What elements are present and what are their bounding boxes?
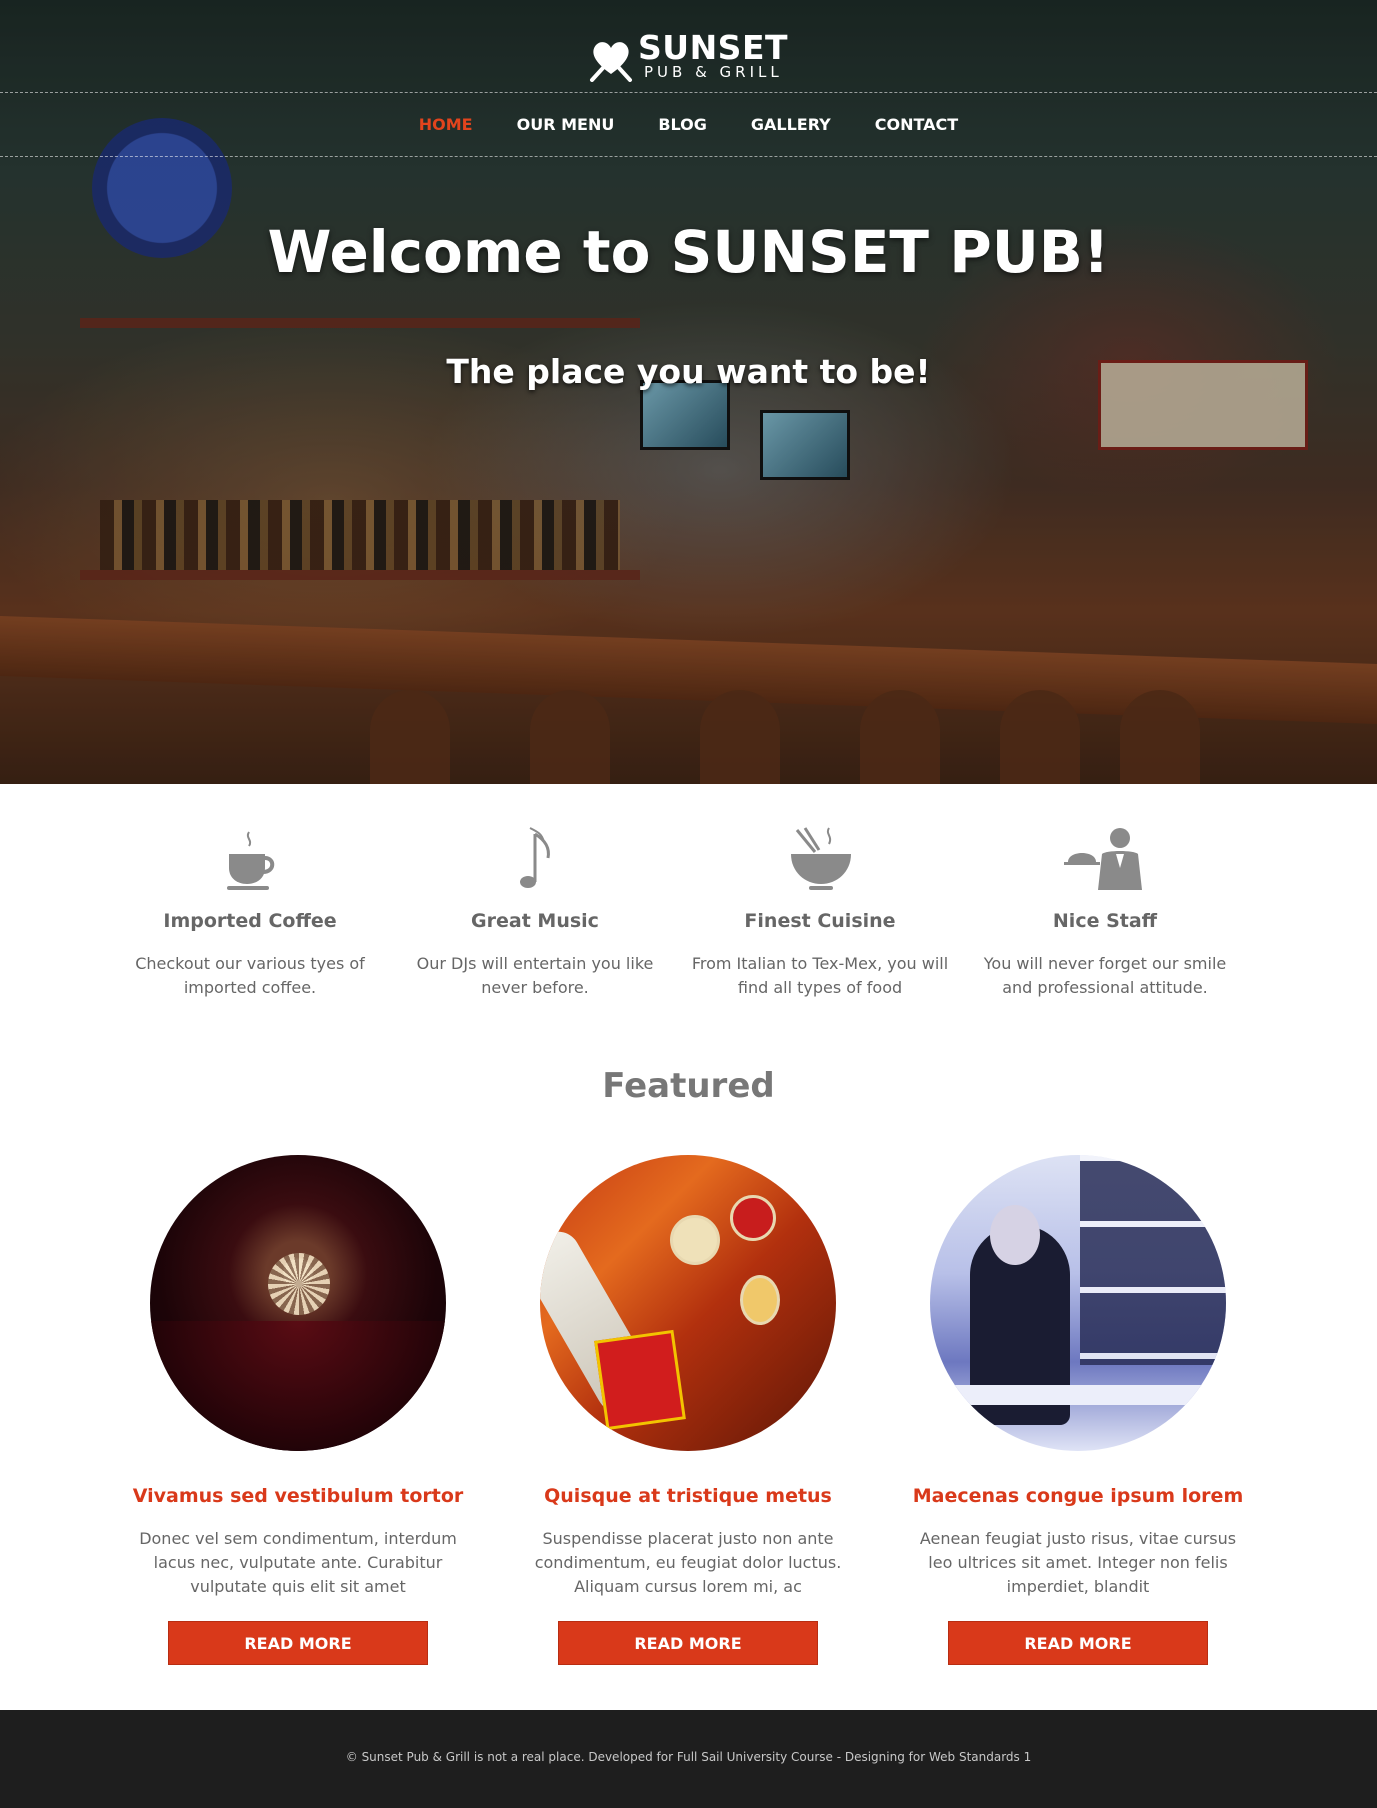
nav-divider-bottom: [0, 156, 1377, 157]
featured-card-title[interactable]: Vivamus sed vestibulum tortor: [118, 1485, 478, 1507]
read-more-button[interactable]: READ MORE: [948, 1621, 1208, 1665]
heart-utensils-icon: [590, 42, 632, 82]
feature-title: Great Music: [471, 910, 599, 932]
plate-graphic: [670, 1215, 720, 1265]
featured-image-wall[interactable]: [540, 1155, 836, 1451]
footer-text: © Sunset Pub & Grill is not a real place…: [345, 1750, 1032, 1764]
nav-item-home[interactable]: HOME: [419, 115, 473, 134]
bartender-head-graphic: [990, 1205, 1040, 1265]
features-section: Imported Coffee Checkout our various tye…: [0, 784, 1377, 1024]
logo-title: SUNSET: [638, 28, 789, 67]
feature-title: Nice Staff: [1052, 910, 1158, 932]
featured-heading: Featured: [602, 1066, 775, 1106]
logo-subtitle: PUB & GRILL: [644, 63, 783, 81]
sign-graphic: [594, 1329, 686, 1431]
feature-text: Checkout our various tyes of imported co…: [135, 954, 365, 997]
feature-text: From Italian to Tex-Mex, you will find a…: [691, 954, 949, 997]
featured-card: Vivamus sed vestibulum tortor Donec vel …: [118, 1155, 478, 1665]
nav-item-contact[interactable]: CONTACT: [875, 115, 958, 134]
hero-subtitle: The place you want to be!: [446, 352, 931, 391]
featured-card-title[interactable]: Quisque at tristique metus: [508, 1485, 868, 1507]
featured-card-text: Donec vel sem condimentum, interdum lacu…: [139, 1529, 457, 1596]
music-note-icon: [520, 827, 550, 888]
hero-section: SUNSET PUB & GRILL HOME OUR MENU BLOG GA…: [0, 0, 1377, 784]
feature-text: You will never forget our smile and prof…: [983, 954, 1227, 997]
feature-item: Finest Cuisine From Italian to Tex-Mex, …: [690, 784, 950, 1000]
feature-title: Imported Coffee: [163, 910, 337, 932]
plate-graphic: [740, 1275, 780, 1325]
hero-title: Welcome to SUNSET PUB!: [267, 218, 1110, 286]
disco-ball-graphic: [268, 1253, 330, 1315]
nav-item-our-menu[interactable]: OUR MENU: [517, 115, 615, 134]
plate-graphic: [730, 1195, 776, 1241]
featured-card-title[interactable]: Maecenas congue ipsum lorem: [898, 1485, 1258, 1507]
site-logo[interactable]: SUNSET PUB & GRILL: [586, 30, 796, 85]
feature-item: Great Music Our DJs will entertain you l…: [405, 784, 665, 1000]
read-more-button[interactable]: READ MORE: [168, 1621, 428, 1665]
feature-title: Finest Cuisine: [744, 910, 896, 932]
main-nav: HOME OUR MENU BLOG GALLERY CONTACT: [0, 92, 1377, 156]
coffee-cup-icon: [227, 831, 275, 890]
featured-image-bartender[interactable]: [930, 1155, 1226, 1451]
featured-card: Maecenas congue ipsum lorem Aenean feugi…: [898, 1155, 1258, 1665]
feature-text: Our DJs will entertain you like never be…: [416, 954, 654, 997]
site-header: SUNSET PUB & GRILL HOME OUR MENU BLOG GA…: [0, 0, 1377, 158]
food-bowl-icon: [791, 827, 851, 890]
crowd-graphic: [150, 1321, 446, 1451]
nav-item-gallery[interactable]: GALLERY: [751, 115, 831, 134]
feature-item: Imported Coffee Checkout our various tye…: [120, 784, 380, 1000]
featured-card: Quisque at tristique metus Suspendisse p…: [508, 1155, 868, 1665]
bar-counter-graphic: [930, 1385, 1226, 1405]
read-more-button[interactable]: READ MORE: [558, 1621, 818, 1665]
featured-card-text: Aenean feugiat justo risus, vitae cursus…: [919, 1529, 1237, 1596]
shelf-graphic: [1080, 1155, 1226, 1365]
waiter-icon: [1064, 828, 1142, 890]
feature-item: Nice Staff You will never forget our smi…: [975, 784, 1235, 1000]
featured-image-disco[interactable]: [150, 1155, 446, 1451]
site-footer: © Sunset Pub & Grill is not a real place…: [0, 1710, 1377, 1808]
featured-card-text: Suspendisse placerat justo non ante cond…: [534, 1529, 842, 1596]
nav-item-blog[interactable]: BLOG: [658, 115, 707, 134]
